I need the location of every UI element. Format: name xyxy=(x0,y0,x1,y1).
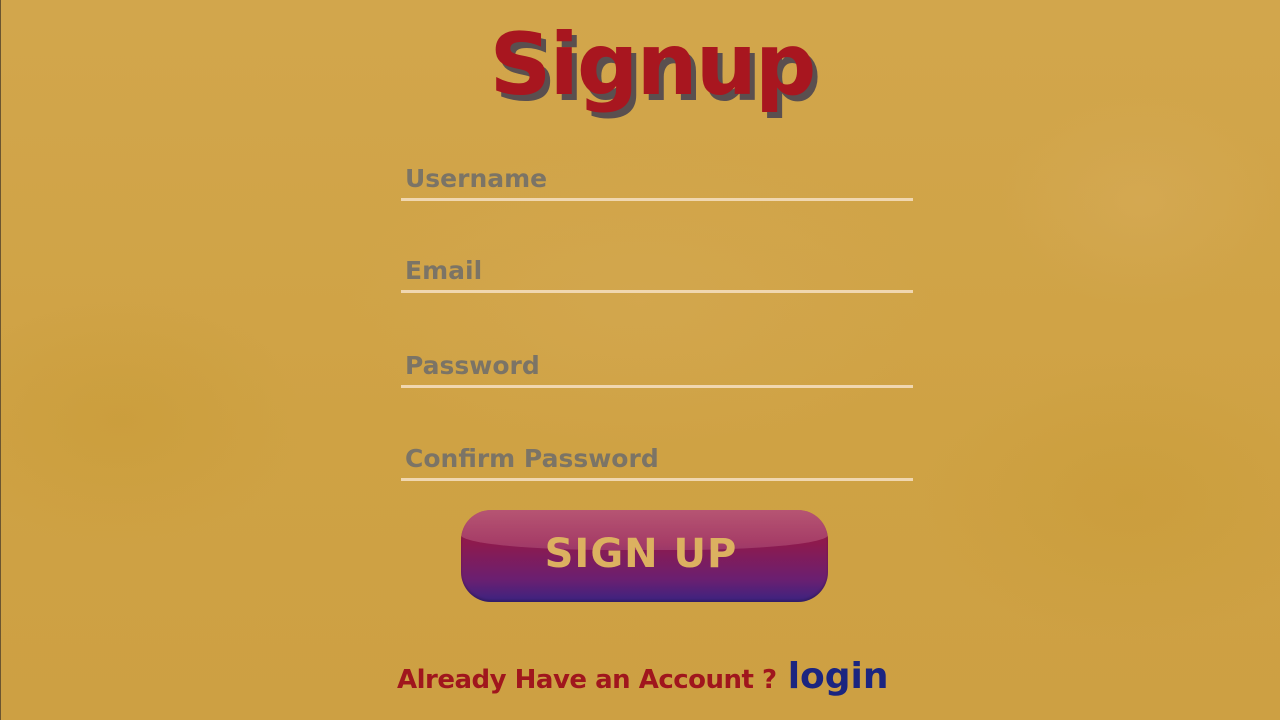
window-edge xyxy=(0,0,1,720)
email-input[interactable] xyxy=(405,250,905,290)
confirm-password-field-container xyxy=(401,438,913,481)
password-input[interactable] xyxy=(405,345,905,385)
password-field-container xyxy=(401,345,913,388)
signup-button-label: SIGN UP xyxy=(544,531,738,577)
login-link[interactable]: login xyxy=(788,656,889,697)
already-have-account-text: Already Have an Account ? xyxy=(397,665,777,695)
confirm-password-input[interactable] xyxy=(405,438,905,478)
signup-button[interactable]: SIGN UP xyxy=(461,510,828,602)
username-input[interactable] xyxy=(405,158,905,198)
page-title: Signup xyxy=(489,15,817,115)
username-field-container xyxy=(401,158,913,201)
login-prompt: Already Have an Account ? login xyxy=(397,656,889,697)
email-field-container xyxy=(401,250,913,293)
